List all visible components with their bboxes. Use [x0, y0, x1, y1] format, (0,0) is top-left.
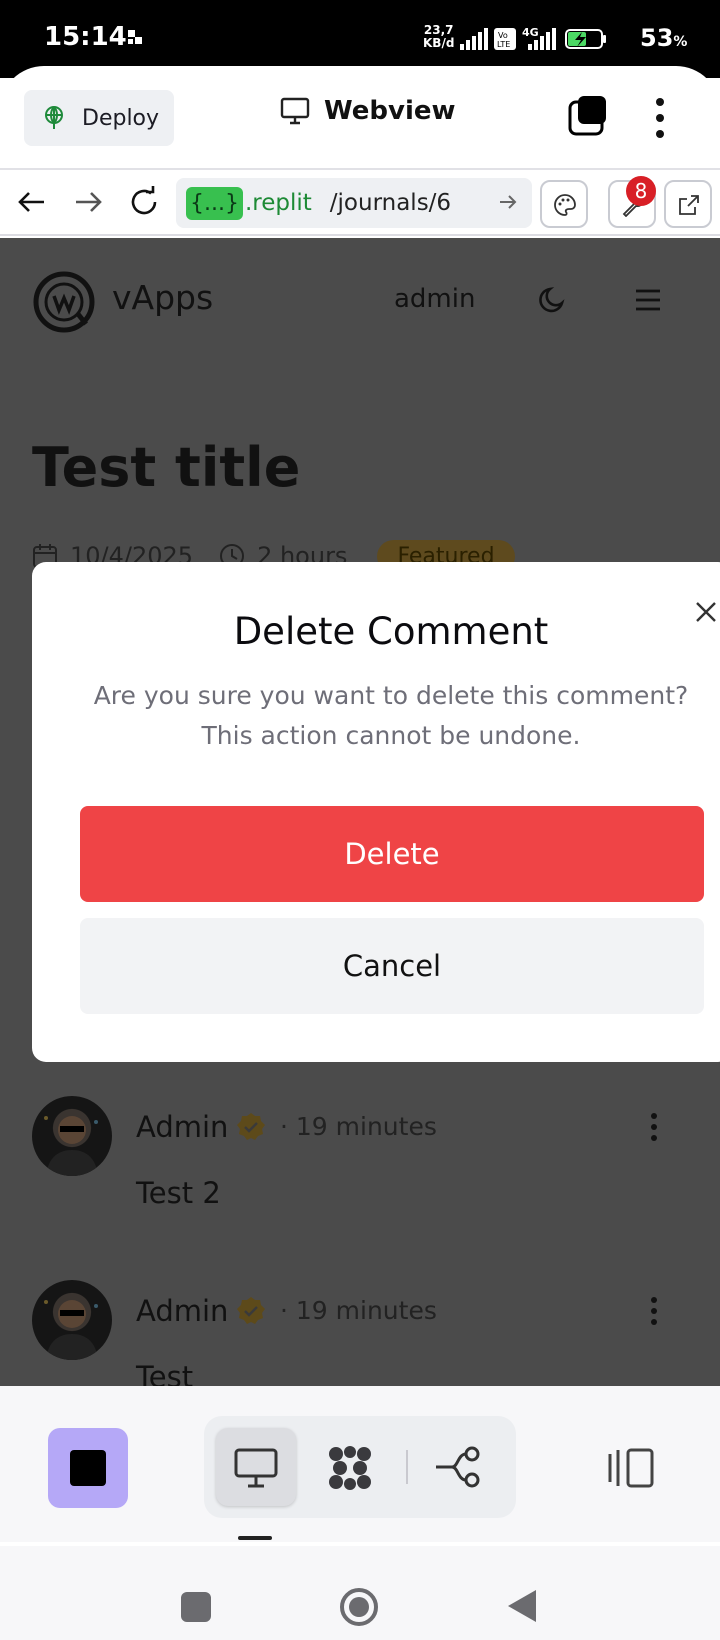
replit-header: Deploy Webview: [0, 66, 720, 170]
vapps-logo-icon[interactable]: [32, 270, 96, 334]
avatar[interactable]: [32, 1280, 112, 1360]
brand-name[interactable]: vApps: [112, 278, 213, 317]
admin-link[interactable]: admin: [394, 284, 475, 314]
delete-comment-dialog: Delete Comment Are you sure you want to …: [32, 562, 720, 1062]
hamburger-menu-icon[interactable]: [634, 286, 662, 314]
url-path: /journals/6: [329, 190, 452, 216]
bottom-toolbar: [0, 1386, 720, 1542]
comment-body: Test: [136, 1360, 194, 1386]
battery-percent: 53%: [640, 24, 688, 52]
verified-badge-icon: [237, 1297, 265, 1324]
divider: [406, 1450, 408, 1484]
notification-dot-icon: [128, 30, 142, 44]
monitor-icon: [280, 97, 310, 125]
back-arrow-icon[interactable]: [14, 184, 50, 220]
split-view-icon[interactable]: [606, 1446, 656, 1490]
svg-text:Vo: Vo: [498, 31, 508, 40]
comment-more-icon[interactable]: [650, 1296, 658, 1326]
comment-item: Admin · 19 minutes Test 2: [32, 1096, 692, 1210]
home-icon[interactable]: [338, 1586, 380, 1628]
url-chip: {...}: [186, 186, 243, 220]
agent-tab-icon[interactable]: [326, 1444, 374, 1492]
avatar[interactable]: [32, 1096, 112, 1176]
deploy-icon: [45, 106, 63, 129]
comment-author: Admin: [136, 1110, 229, 1144]
dialog-title: Delete Comment: [233, 610, 549, 653]
status-time: 15:14: [44, 22, 127, 52]
avatar-portrait-icon: [44, 1300, 98, 1360]
forward-arrow-icon[interactable]: [70, 184, 106, 220]
url-bar: {...} .replit /journals/6: [0, 172, 720, 236]
gesture-pill: [238, 1536, 272, 1540]
url-domain: .replit: [244, 190, 312, 216]
reload-icon[interactable]: [126, 184, 162, 220]
signal-icons: Vo LTE 4G: [460, 26, 606, 50]
moon-icon[interactable]: [536, 284, 568, 316]
svg-text:4G: 4G: [522, 26, 539, 39]
cancel-button[interactable]: Cancel: [80, 918, 704, 1014]
deploy-button[interactable]: Deploy: [24, 90, 174, 146]
webview-title-text: Webview: [324, 96, 456, 126]
monitor-icon: [234, 1448, 278, 1488]
network-speed: 23,7 KB/d: [423, 23, 455, 50]
deploy-label: Deploy: [82, 105, 160, 131]
comment-more-icon[interactable]: [650, 1112, 658, 1142]
post-title: Test title: [32, 436, 301, 499]
android-nav-bar: [0, 1546, 720, 1640]
dialog-message: Are you sure you want to delete this com…: [93, 681, 689, 750]
avatar-portrait-icon: [44, 1116, 98, 1176]
comment-item: Admin · 19 minutes Test: [32, 1280, 692, 1386]
git-branch-icon[interactable]: [434, 1444, 482, 1490]
go-arrow-icon[interactable]: [498, 192, 518, 212]
url-input[interactable]: {...} .replit /journals/6: [176, 178, 532, 228]
verified-badge-icon: [237, 1113, 265, 1140]
stop-icon: [70, 1450, 106, 1486]
notification-badge: 8: [626, 176, 656, 206]
comment-author: Admin: [136, 1294, 229, 1328]
more-vertical-icon[interactable]: [650, 96, 670, 140]
delete-button[interactable]: Delete: [80, 806, 704, 902]
webview-title[interactable]: Webview: [280, 96, 456, 126]
tabs-icon[interactable]: [568, 96, 608, 136]
comment-time: · 19 minutes: [280, 1296, 437, 1325]
back-triangle-icon[interactable]: [506, 1588, 538, 1624]
palette-button[interactable]: [540, 180, 588, 228]
view-switcher: [204, 1416, 516, 1518]
svg-text:LTE: LTE: [497, 40, 510, 49]
comment-time: · 19 minutes: [280, 1112, 437, 1141]
palette-icon: [554, 194, 576, 216]
comment-body: Test 2: [136, 1176, 221, 1210]
external-link-icon: [679, 195, 699, 215]
open-external-button[interactable]: [664, 180, 712, 228]
stop-button[interactable]: [48, 1428, 128, 1508]
recents-icon[interactable]: [181, 1592, 211, 1622]
